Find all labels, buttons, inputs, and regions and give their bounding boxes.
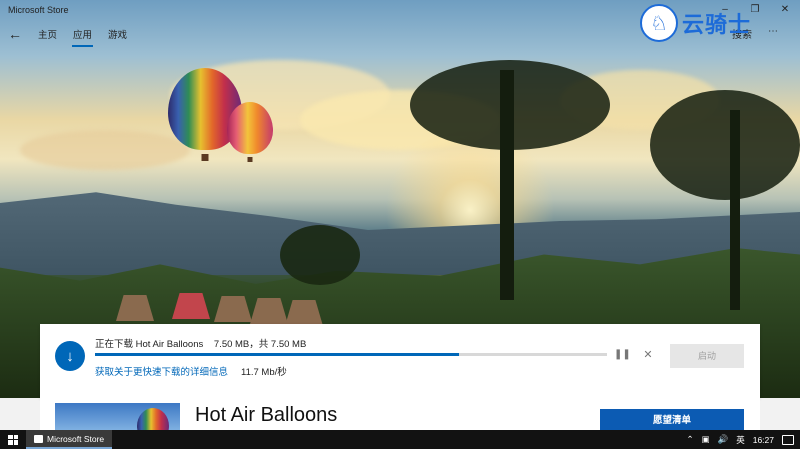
wishlist-button[interactable]: 愿望清单 (600, 409, 744, 430)
network-icon[interactable]: ▣ (702, 434, 710, 445)
ime-indicator[interactable]: 英 (736, 434, 745, 446)
more-icon[interactable]: ⋯ (768, 26, 778, 41)
taskbar: Microsoft Store ⌃ ▣ 🔊 英 16:27 (0, 430, 800, 449)
windows-logo-icon (8, 434, 18, 445)
status-prefix: 正在下载 (95, 339, 134, 350)
download-progress-fill (95, 353, 459, 356)
back-arrow-icon[interactable]: ← (0, 26, 30, 42)
notification-icon[interactable] (782, 434, 794, 445)
taskbar-app-store[interactable]: Microsoft Store (26, 430, 113, 449)
system-tray: ⌃ ▣ 🔊 英 16:27 (686, 430, 794, 449)
start-button[interactable] (0, 430, 26, 449)
download-speed: 11.7 Mb/秒 (241, 367, 287, 378)
launch-button[interactable]: 启动 (670, 344, 744, 368)
balloon-thumbnail-icon (137, 408, 169, 430)
tab-apps[interactable]: 应用 (72, 23, 94, 47)
download-status: 正在下载 Hot Air Balloons 7.50 MB，共 7.50 MB (95, 336, 306, 350)
watermark-text: 云骑士 (682, 12, 752, 37)
download-icon: ↓ (55, 341, 85, 371)
cancel-download-icon[interactable]: ✕ (641, 348, 655, 362)
tab-home[interactable]: 主页 (37, 23, 58, 45)
window-title: Microsoft Store (8, 5, 69, 15)
app-detail: Hot Air Balloons 愿望清单 (40, 398, 760, 430)
download-progress-bar (95, 353, 607, 356)
pause-icon[interactable]: ❚❚ (614, 348, 631, 362)
watermark-logo: ♘ 云骑士 (640, 4, 751, 42)
chevron-up-icon[interactable]: ⌃ (686, 434, 693, 445)
clock[interactable]: 16:27 (753, 435, 774, 445)
close-icon[interactable]: ✕ (770, 0, 800, 20)
download-panel: ↓ 正在下载 Hot Air Balloons 7.50 MB，共 7.50 M… (40, 324, 760, 398)
store-icon (34, 434, 43, 443)
app-title: Hot Air Balloons (195, 404, 338, 426)
knight-logo-icon: ♘ (640, 4, 678, 42)
tab-games[interactable]: 游戏 (107, 23, 128, 45)
volume-icon[interactable]: 🔊 (718, 434, 729, 445)
app-thumbnail (55, 403, 180, 430)
taskbar-app-label: Microsoft Store (47, 433, 105, 444)
download-app-name: Hot Air Balloons (135, 339, 204, 350)
faster-download-link[interactable]: 获取关于更快速下载的详细信息 (95, 364, 228, 378)
hot-air-balloon-small (227, 102, 273, 162)
download-size: 7.50 MB，共 7.50 MB (213, 339, 307, 350)
